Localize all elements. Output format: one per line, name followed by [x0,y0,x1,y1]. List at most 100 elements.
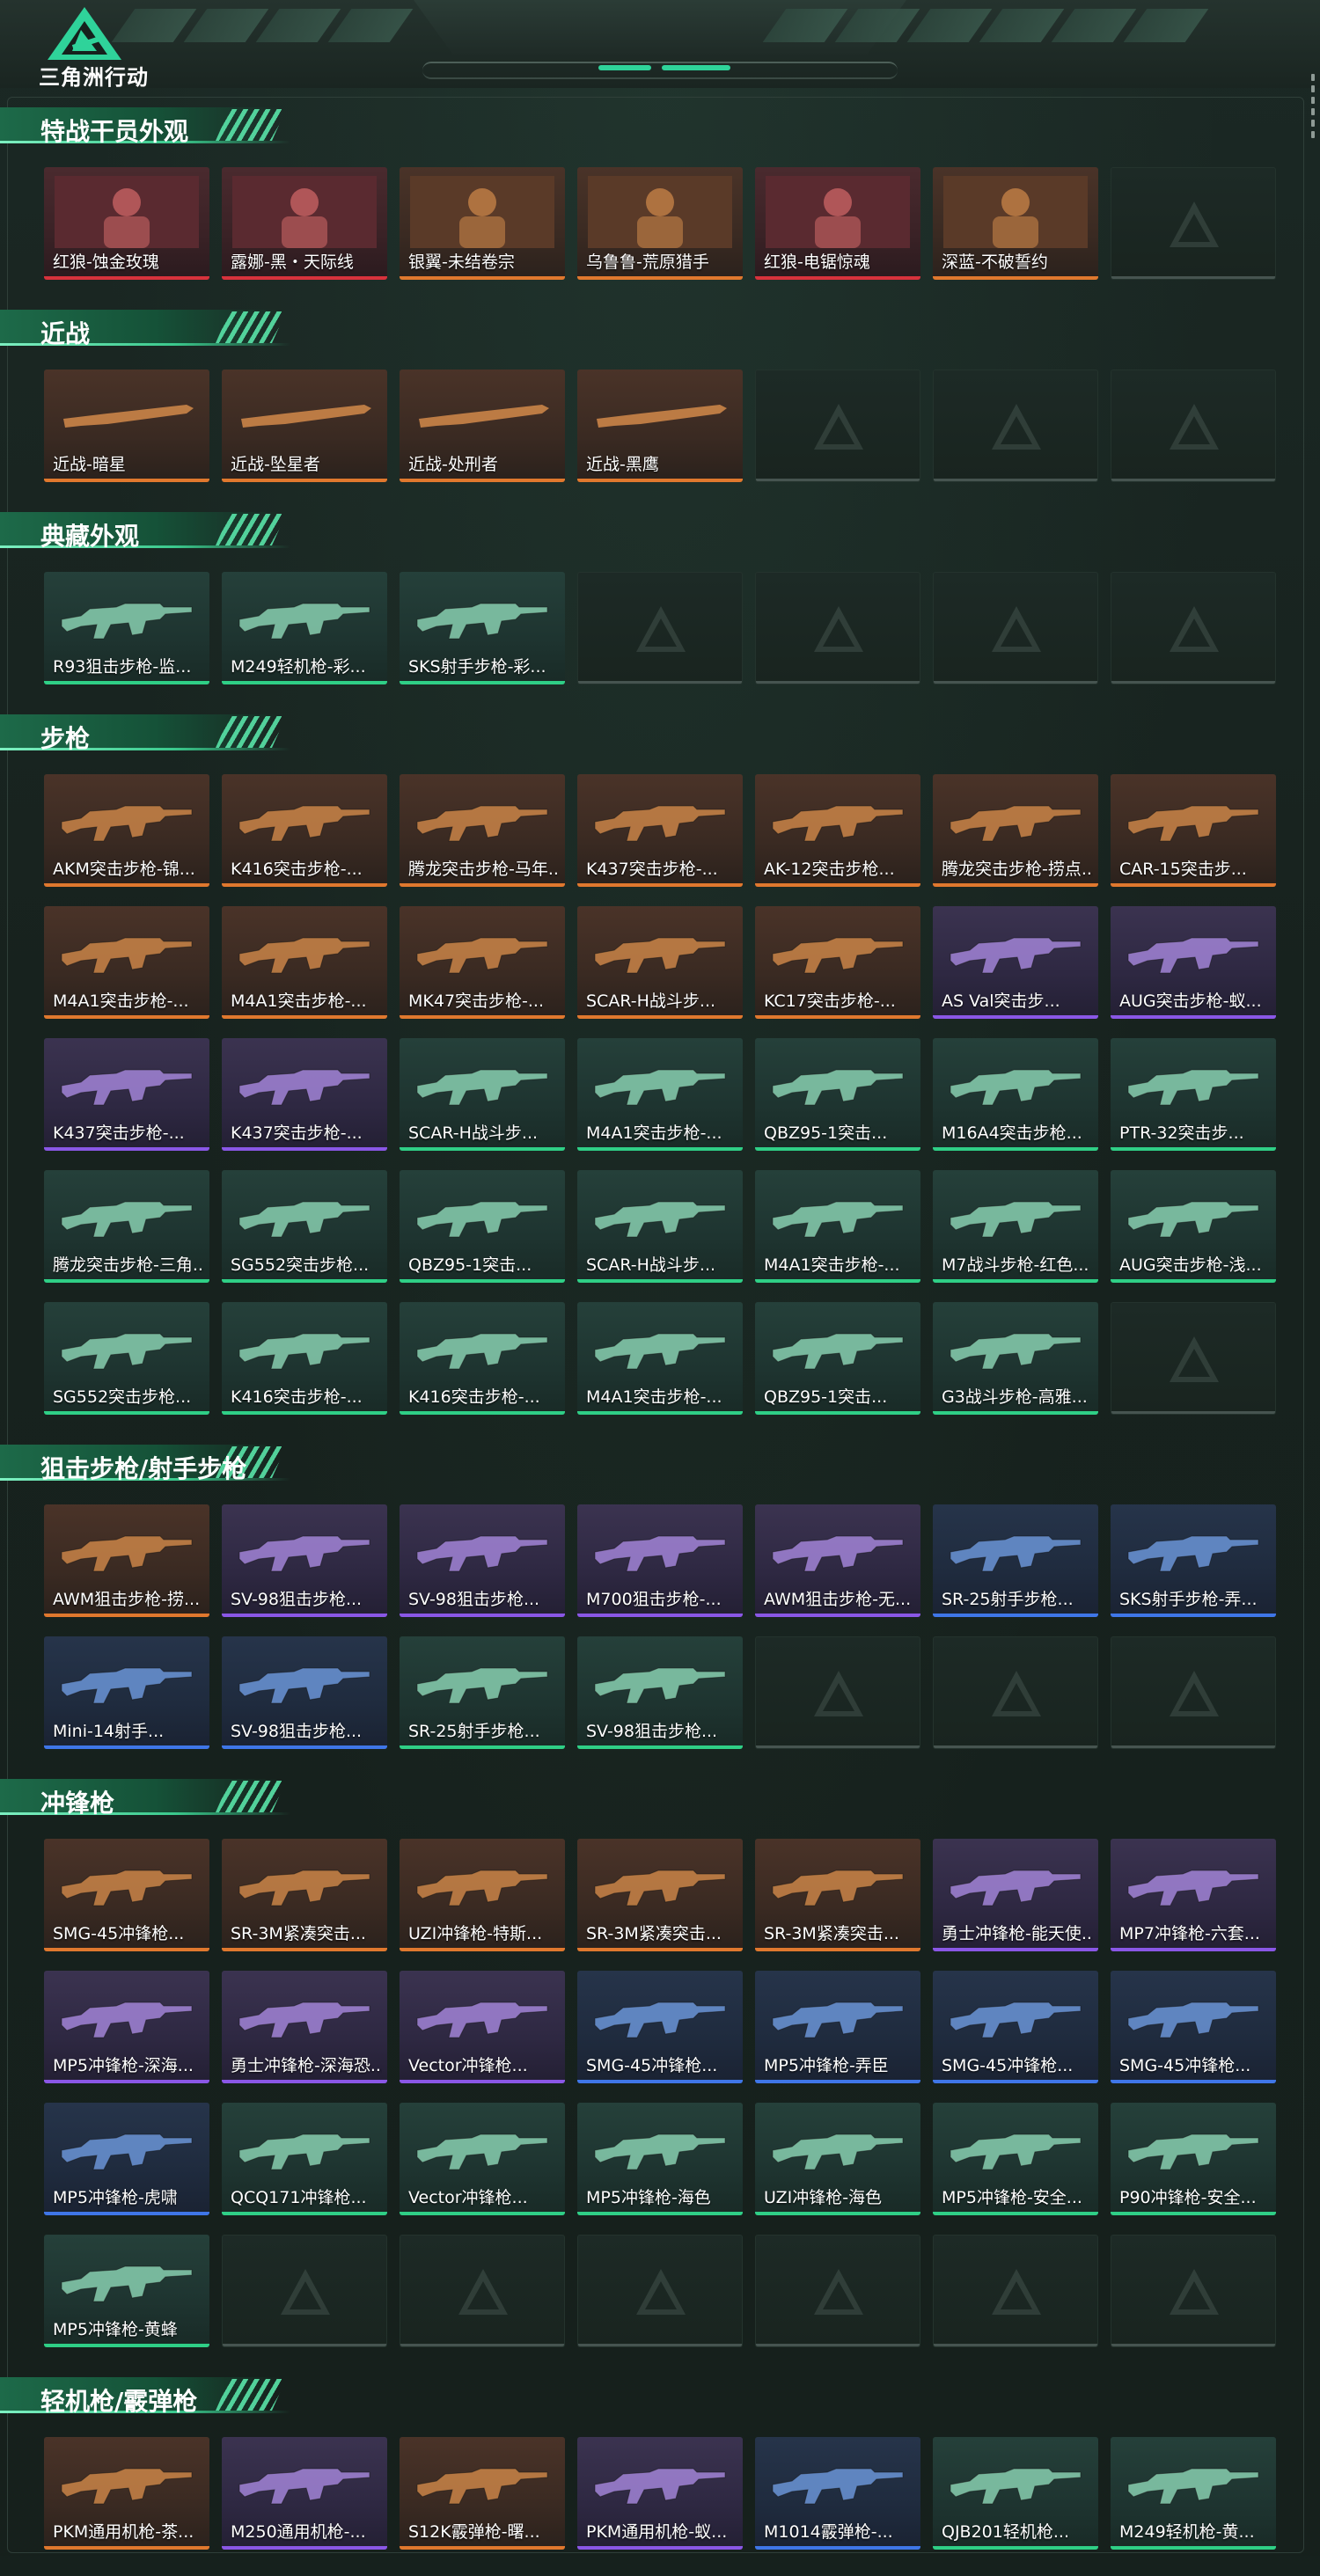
item-card[interactable]: SKS射手步枪-彩... [400,572,565,684]
item-card[interactable]: SCAR-H战斗步... [577,1170,743,1283]
weapon-icon [238,1069,370,1106]
item-card[interactable]: SV-98狙击步枪... [577,1636,743,1749]
item-card[interactable]: M4A1突击步枪-... [577,1302,743,1415]
item-card[interactable]: Mini-14射手... [44,1636,209,1749]
item-card[interactable]: MK47突击步枪-... [400,906,565,1019]
item-card[interactable]: UZI冲锋枪-特斯... [400,1839,565,1951]
item-card[interactable]: Vector冲锋枪... [400,1971,565,2083]
item-card[interactable]: CAR-15突击步... [1111,774,1276,887]
item-card[interactable]: SMG-45冲锋枪... [44,1839,209,1951]
rarity-bar [400,2212,565,2215]
item-card[interactable]: M700狙击步枪-... [577,1504,743,1617]
item-card[interactable]: SG552突击步枪... [222,1170,387,1283]
item-card[interactable]: S12K霰弹枪-曙... [400,2437,565,2550]
item-card[interactable]: Vector冲锋枪... [400,2103,565,2215]
item-card[interactable]: MP5冲锋枪-黄蜂 [44,2235,209,2347]
rarity-bar [44,1411,209,1415]
rarity-bar [222,1745,387,1749]
item-card[interactable]: R93狙击步枪-监... [44,572,209,684]
item-card[interactable]: PTR-32突击步... [1111,1038,1276,1151]
item-card[interactable]: SR-3M紧凑突击... [755,1839,920,1951]
item-card[interactable]: M4A1突击步枪-... [577,1038,743,1151]
item-card[interactable]: 深蓝-不破誓约 [933,167,1098,280]
item-card[interactable]: AWM狙击步枪-捞... [44,1504,209,1617]
item-card[interactable]: 腾龙突击步枪-三角... [44,1170,209,1283]
item-name: SKS射手步枪-弄... [1119,1590,1258,1609]
item-card[interactable]: QBZ95-1突击... [400,1170,565,1283]
item-card[interactable]: SCAR-H战斗步... [400,1038,565,1151]
item-card[interactable]: SR-25射手步枪... [933,1504,1098,1617]
item-card[interactable]: K416突击步枪-... [222,1302,387,1415]
item-card[interactable]: SMG-45冲锋枪... [933,1971,1098,2083]
item-card[interactable]: MP7冲锋枪-六套... [1111,1839,1276,1951]
item-card[interactable]: M16A4突击步枪... [933,1038,1098,1151]
item-card[interactable]: AK-12突击步枪... [755,774,920,887]
item-card[interactable]: PKM通用机枪-蚁... [577,2437,743,2550]
item-card[interactable]: UZI冲锋枪-海色 [755,2103,920,2215]
item-card[interactable]: 乌鲁鲁-荒原猎手 [577,167,743,280]
item-card[interactable]: K437突击步枪-... [44,1038,209,1151]
item-card[interactable]: MP5冲锋枪-海色 [577,2103,743,2215]
item-card[interactable]: K416突击步枪-... [222,774,387,887]
item-card[interactable]: M7战斗步枪-红色... [933,1170,1098,1283]
item-card[interactable]: AUG突击步枪-蚁... [1111,906,1276,1019]
item-card[interactable]: 近战-暗星 [44,370,209,482]
delta-emblem-icon [1170,201,1219,247]
item-card[interactable]: 腾龙突击步枪-捞点... [933,774,1098,887]
item-card[interactable]: 露娜-黑・天际线 [222,167,387,280]
item-card[interactable]: SKS射手步枪-弄... [1111,1504,1276,1617]
item-card[interactable]: QCQ171冲锋枪... [222,2103,387,2215]
item-card[interactable]: SV-98狙击步枪... [400,1504,565,1617]
item-card[interactable]: 近战-黑鹰 [577,370,743,482]
item-card[interactable]: P90冲锋枪-安全... [1111,2103,1276,2215]
item-card[interactable]: M249轻机枪-彩... [222,572,387,684]
item-card[interactable]: M249轻机枪-黄... [1111,2437,1276,2550]
item-card[interactable]: 近战-坠星者 [222,370,387,482]
item-card[interactable]: K437突击步枪-... [222,1038,387,1151]
item-card[interactable]: MP5冲锋枪-安全... [933,2103,1098,2215]
item-card[interactable]: MP5冲锋枪-弄臣 [755,1971,920,2083]
item-card[interactable]: PKM通用机枪-茶... [44,2437,209,2550]
item-card[interactable]: M4A1突击步枪-... [222,906,387,1019]
item-card[interactable]: MP5冲锋枪-深海... [44,1971,209,2083]
item-card[interactable]: 红狼-电锯惊魂 [755,167,920,280]
item-card[interactable]: AS Val突击步... [933,906,1098,1019]
item-card[interactable]: SMG-45冲锋枪... [1111,1971,1276,2083]
item-card[interactable]: M1014霰弹枪-... [755,2437,920,2550]
item-card[interactable]: K437突击步枪-... [577,774,743,887]
item-card[interactable]: SMG-45冲锋枪... [577,1971,743,2083]
item-card[interactable]: M4A1突击步枪-... [44,906,209,1019]
item-card[interactable]: MP5冲锋枪-虎啸 [44,2103,209,2215]
item-card[interactable]: SR-25射手步枪... [400,1636,565,1749]
item-card[interactable]: SV-98狙击步枪... [222,1504,387,1617]
empty-slot [755,572,920,684]
rarity-bar [933,2212,1098,2215]
item-card[interactable]: M4A1突击步枪-... [755,1170,920,1283]
item-card[interactable]: 腾龙突击步枪-马年... [400,774,565,887]
item-card[interactable]: AUG突击步枪-浅... [1111,1170,1276,1283]
weapon-icon [416,2002,548,2038]
rarity-bar [933,1614,1098,1617]
item-card[interactable]: QBZ95-1突击... [755,1038,920,1151]
item-card[interactable]: 红狼-蚀金玫瑰 [44,167,209,280]
item-card[interactable]: K416突击步枪-... [400,1302,565,1415]
item-card[interactable]: 银翼-未结卷宗 [400,167,565,280]
item-card[interactable]: 勇士冲锋枪-能天使... [933,1839,1098,1951]
item-card[interactable]: QJB201轻机枪... [933,2437,1098,2550]
item-card[interactable]: AWM狙击步枪-无... [755,1504,920,1617]
item-card[interactable]: AKM突击步枪-锦... [44,774,209,887]
delta-emblem-icon [281,2269,330,2315]
item-card[interactable]: SR-3M紧凑突击... [577,1839,743,1951]
item-card[interactable]: 勇士冲锋枪-深海恐... [222,1971,387,2083]
item-card[interactable]: KC17突击步枪-... [755,906,920,1019]
item-card[interactable]: G3战斗步枪-高雅... [933,1302,1098,1415]
item-card[interactable]: SV-98狙击步枪... [222,1636,387,1749]
item-card[interactable]: 近战-处刑者 [400,370,565,482]
item-card[interactable]: SG552突击步枪... [44,1302,209,1415]
item-card[interactable]: M250通用机枪-... [222,2437,387,2550]
item-card[interactable]: QBZ95-1突击... [755,1302,920,1415]
weapon-icon [238,2002,370,2038]
item-card[interactable]: SCAR-H战斗步... [577,906,743,1019]
rarity-bar [400,479,565,482]
item-card[interactable]: SR-3M紧凑突击... [222,1839,387,1951]
